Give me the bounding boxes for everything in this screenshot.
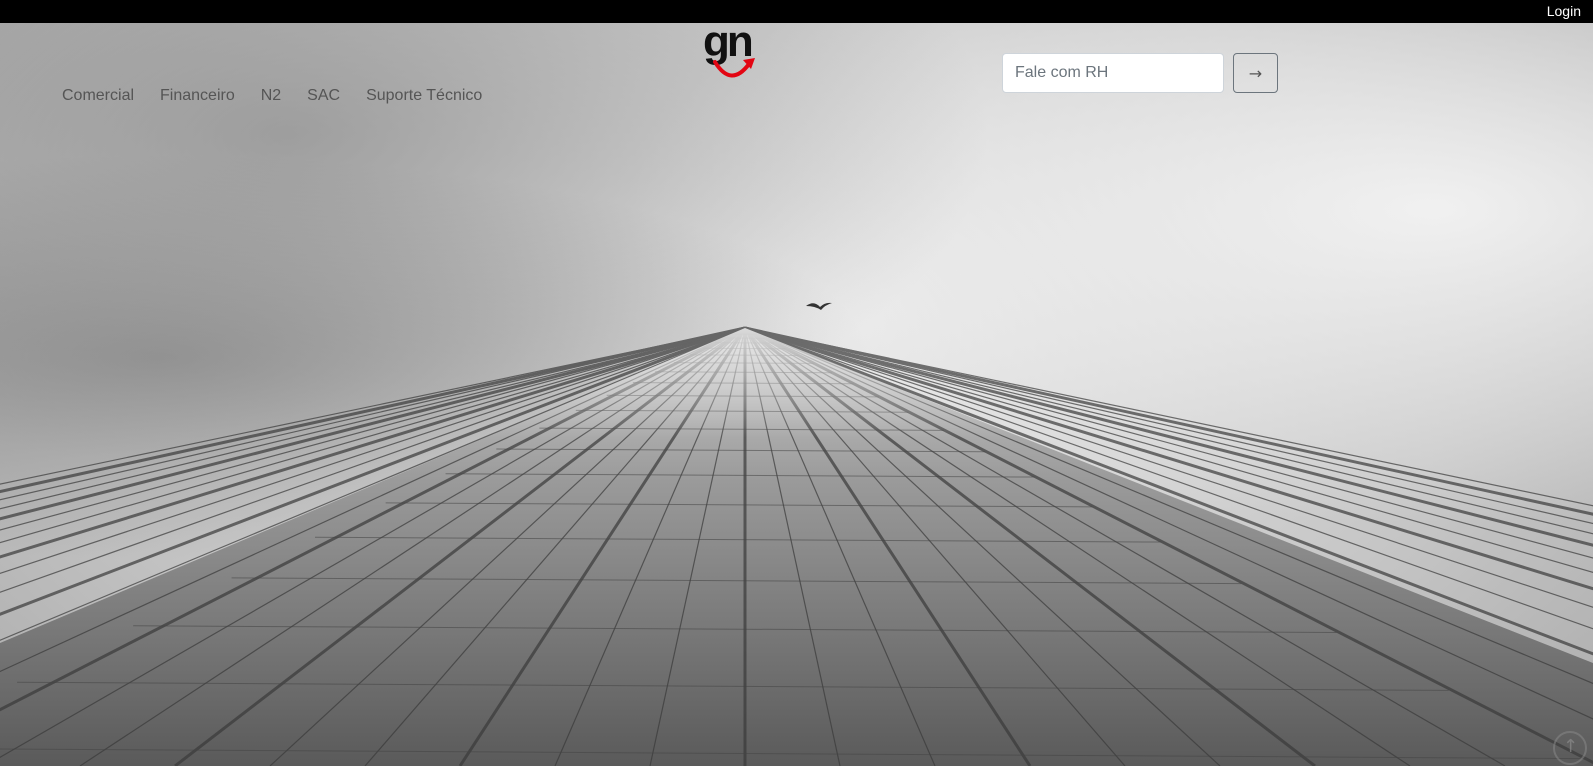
nav-item-sac[interactable]: SAC — [307, 87, 340, 105]
main-nav: Comercial Financeiro N2 SAC Suporte Técn… — [62, 87, 482, 105]
nav-item-suporte-tecnico[interactable]: Suporte Técnico — [366, 87, 482, 105]
arrow-up-circle-icon: ↑ — [1563, 736, 1579, 757]
nav-item-financeiro[interactable]: Financeiro — [160, 87, 235, 105]
login-link[interactable]: Login — [1547, 3, 1581, 19]
search-input[interactable] — [1002, 53, 1224, 93]
nav-item-n2[interactable]: N2 — [261, 87, 281, 105]
scroll-top-button[interactable]: ↑ — [1553, 731, 1587, 765]
bird-icon — [806, 302, 832, 310]
search-submit-button[interactable]: → — [1233, 53, 1278, 93]
smile-arrow-icon — [713, 58, 755, 78]
nav-item-comercial[interactable]: Comercial — [62, 87, 134, 105]
hero-background-image: Comercial Financeiro N2 SAC Suporte Técn… — [0, 23, 1593, 766]
top-bar: Login — [0, 0, 1593, 23]
brand-logo[interactable]: gn — [703, 20, 763, 88]
skyscraper-illustration — [0, 302, 1593, 766]
